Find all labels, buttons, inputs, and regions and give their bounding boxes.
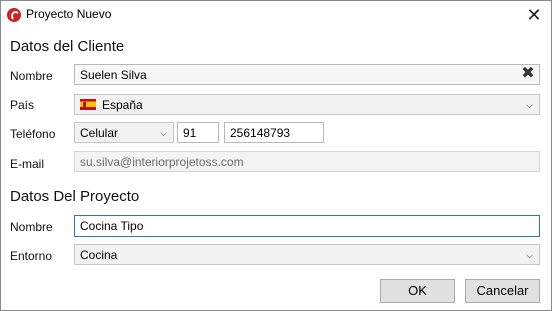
- ok-button[interactable]: OK: [380, 279, 455, 303]
- email-field[interactable]: su.silva@interiorprojetoss.com: [74, 151, 540, 172]
- telefono-tipo-select[interactable]: Celular ⌵: [74, 122, 174, 143]
- telefono-label: Teléfono: [10, 127, 56, 141]
- spain-flag-icon: [80, 99, 96, 110]
- pais-select[interactable]: España ⌵: [74, 94, 540, 115]
- entorno-label: Entorno: [10, 249, 53, 263]
- entorno-value: Cocina: [80, 248, 118, 262]
- telefono-prefijo-field[interactable]: 91: [177, 122, 219, 143]
- pais-value: España: [102, 98, 143, 112]
- pais-label: País: [10, 98, 35, 112]
- app-logo-icon: [7, 8, 21, 22]
- close-icon[interactable]: ✕: [521, 3, 547, 27]
- cancel-button[interactable]: Cancelar: [465, 279, 540, 303]
- clear-icon[interactable]: ✖: [519, 65, 537, 83]
- chevron-down-icon: ⌵: [526, 100, 533, 110]
- entorno-select[interactable]: Cocina ⌵: [74, 244, 540, 265]
- email-label: E-mail: [10, 157, 45, 171]
- telefono-numero-field[interactable]: 256148793: [224, 122, 324, 143]
- telefono-tipo-value: Celular: [80, 126, 119, 140]
- window-title: Proyecto Nuevo: [26, 7, 112, 21]
- nombre-cliente-label: Nombre: [10, 69, 53, 83]
- nombre-proyecto-field[interactable]: Cocina Tipo: [74, 215, 540, 237]
- chevron-down-icon: ⌵: [526, 250, 533, 260]
- section-title-cliente: Datos del Cliente: [10, 38, 125, 55]
- nombre-proyecto-label: Nombre: [10, 220, 53, 234]
- section-title-proyecto: Datos Del Proyecto: [10, 188, 140, 205]
- title-bar: Proyecto Nuevo ✕: [1, 1, 551, 30]
- nombre-cliente-field[interactable]: Suelen Silva: [74, 64, 540, 85]
- chevron-down-icon: ⌵: [160, 128, 167, 138]
- dialog-window: Proyecto Nuevo ✕ Datos del Cliente Nombr…: [0, 0, 552, 311]
